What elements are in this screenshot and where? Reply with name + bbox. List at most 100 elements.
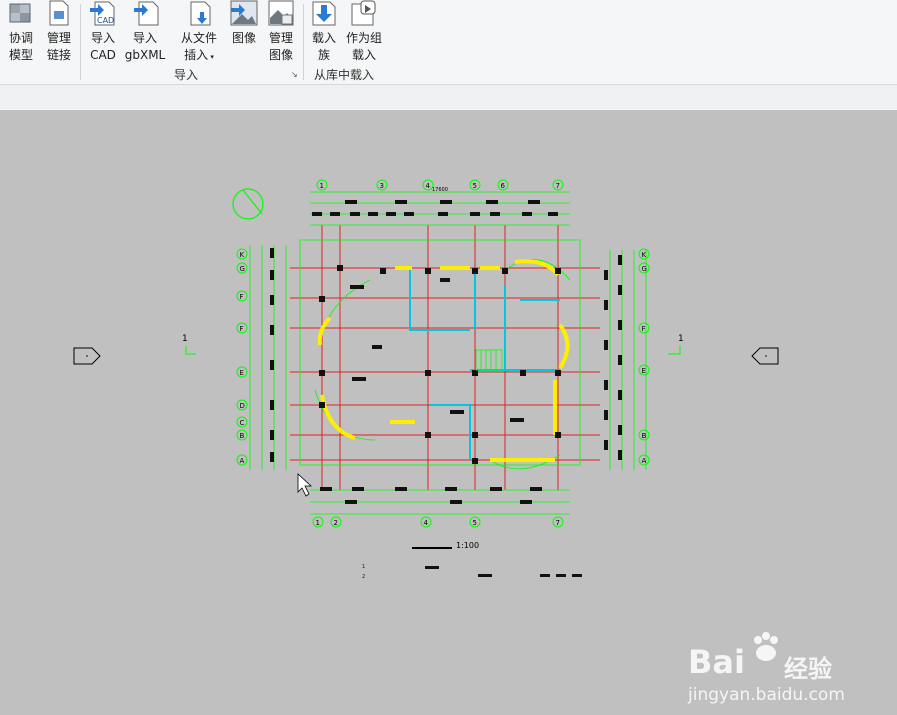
note-number: 1 [362,564,365,570]
load-family-label-2: 族 [317,48,330,62]
insert-from-file-label-2: 插入 [184,48,209,62]
grid-label: 6 [501,182,506,190]
grid-label: 1 [320,182,324,190]
import-gbxml-button[interactable]: 导入 gbXML [122,0,168,64]
grid-bubbles-top: 1 3 4 5 6 7 17600 [316,179,564,193]
grid-label: K [240,251,245,259]
section-number: 1 [678,334,684,344]
section-number: 1 [182,334,188,344]
grid-bubbles-right: K G F E B A [638,248,650,466]
dimension-text-blocks [270,200,622,504]
manage-links-label-2: 链接 [46,48,71,62]
north-arrow-icon [232,188,264,220]
grid-label: 2 [334,519,338,527]
cad-badge-text: CAD [97,16,114,25]
ribbon: 协调 模型 管理 链接 CAD 导入 CAD 导入 gbXML 从文件 插入 ▾ [0,0,897,111]
image-button[interactable]: 图像 [228,0,260,47]
dimension-lines [249,191,647,515]
dropdown-arrow-icon[interactable]: ▾ [208,53,214,61]
drawing-notes: 1 2 [362,564,582,580]
import-gbxml-label-2: gbXML [124,48,166,62]
image-icon [230,0,258,26]
load-family-button[interactable]: 载入 族 [308,0,340,64]
watermark-brand-cn: 经验 [784,655,832,683]
mouse-cursor-icon [297,473,313,497]
grid-label: E [642,367,646,375]
manage-images-label-1: 管理 [268,31,293,45]
grid-label: 7 [556,182,560,190]
scale-bar: 1:100 [412,541,479,550]
scale-label: 1:100 [456,541,479,550]
load-as-group-button[interactable]: 作为组 载入 [344,0,384,64]
grid-label: 4 [424,519,429,527]
grid-label: G [642,265,647,273]
grid-label: D [240,402,245,410]
overall-dimension-top: 17600 [432,187,448,193]
manage-links-button[interactable]: 管理 链接 [42,0,76,64]
grid-label: F [642,325,646,333]
grid-label: F [240,293,244,301]
insert-from-file-icon [185,0,213,26]
watermark-url: jingyan.baidu.com [688,685,845,705]
paw-logo-icon [750,631,782,663]
floor-plan-drawing: 1 3 4 5 6 7 17600 1 2 4 5 7 K G F F E D … [73,179,779,580]
grid-label: 7 [556,519,560,527]
ribbon-separator [303,4,304,80]
load-family-icon [310,0,338,26]
group-label-import: 导入 [174,68,199,82]
load-as-group-icon [350,0,378,26]
grid-label: F [240,325,244,333]
import-cad-icon: CAD [89,0,117,26]
load-as-group-label-1: 作为组 [345,31,382,45]
import-gbxml-icon [131,0,159,26]
manage-images-icon [267,0,295,26]
group-label-load-from-library: 从库中载入 [314,68,375,82]
load-family-label-1: 载入 [311,31,336,45]
import-cad-label-2: CAD [90,48,116,62]
import-gbxml-label-1: 导入 [132,31,157,45]
load-as-group-label-2: 载入 [351,48,376,62]
import-cad-button[interactable]: CAD 导入 CAD [86,0,120,64]
grid-label: B [240,432,245,440]
manage-links-icon [45,0,73,26]
section-marker-left: 1 [73,334,196,365]
grid-bubbles-left: K G F F E D C B A [236,248,248,466]
grid-label: 3 [380,182,384,190]
section-marker-right: 1 [668,334,779,365]
exterior-walls [317,259,570,462]
grid-label: A [240,457,245,465]
grid-label: E [240,369,244,377]
coordination-model-icon [7,0,35,26]
grid-label: 1 [316,519,320,527]
grid-label: C [240,419,245,427]
baidu-jingyan-watermark: Bai 经验 jingyan.baidu.com [688,625,888,715]
grid-label: 4 [426,182,431,190]
ribbon-group-label-band [0,84,897,109]
import-cad-label-1: 导入 [90,31,115,45]
ribbon-separator [80,4,81,80]
coordination-model-button[interactable]: 协调 模型 [4,0,38,64]
grid-label: 5 [473,182,477,190]
insert-from-file-label-2-row: 插入 ▾ [176,47,222,66]
image-label: 图像 [231,31,256,45]
grid-label: K [642,251,647,259]
grid-bubbles-bottom: 1 2 4 5 7 [312,516,564,528]
manage-images-label-2: 图像 [268,48,293,62]
axis-lines [290,225,600,490]
grid-label: G [240,265,245,273]
drawing-canvas[interactable]: 1 3 4 5 6 7 17600 1 2 4 5 7 K G F F E D … [0,110,897,705]
structural-columns [319,265,561,464]
import-group-launcher-icon[interactable]: ↘ [291,70,298,79]
insert-from-file-label-1: 从文件 [180,31,217,45]
grid-label: 5 [473,519,477,527]
staircase [475,349,503,371]
insert-from-file-button[interactable]: 从文件 插入 ▾ [176,0,222,66]
grid-label: B [642,432,647,440]
watermark-brand: Bai [688,643,745,681]
note-number: 2 [362,574,365,580]
manage-links-label-1: 管理 [46,31,71,45]
grid-label: A [642,457,647,465]
coordination-model-label-1: 协调 [8,31,33,45]
manage-images-button[interactable]: 管理 图像 [264,0,298,64]
coordination-model-label-2: 模型 [8,48,33,62]
